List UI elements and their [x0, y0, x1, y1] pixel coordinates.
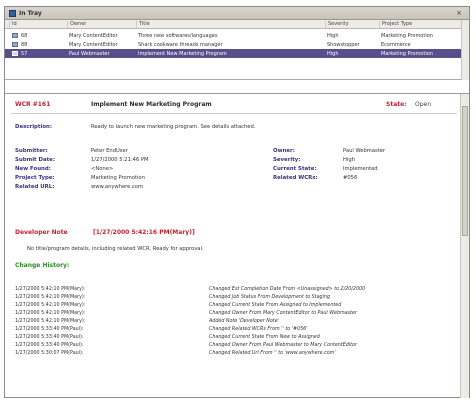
history-date: 1/27/2000 5:42:10 PM(Mary): — [15, 287, 86, 292]
owner-label: Owner: — [273, 148, 295, 154]
project-type-value: Marketing Promotion — [91, 175, 145, 181]
history-change: Changed Job Status From Development to S… — [209, 295, 331, 300]
list-row-selected[interactable]: 57 Paul Webmaster Implement New Marketin… — [5, 49, 469, 58]
row-project-type: Ecommerce — [381, 42, 411, 48]
submit-date-label: Submit Date: — [15, 157, 55, 163]
row-project-type: Marketing Promotion — [381, 51, 433, 57]
history-change: Changed Owner From Mary ContentEditor to… — [209, 311, 357, 316]
window-title: In Tray — [19, 10, 42, 17]
state-label: State: — [386, 101, 407, 108]
history-date: 1/27/2000 5:42:10 PM(Mary): — [15, 295, 86, 300]
related-wcrs-label: Related WCRs: — [273, 175, 318, 181]
row-title: Shark cookware threads manager — [138, 42, 223, 48]
row-severity: High — [327, 33, 339, 39]
description-value: Ready to launch new marketing program. S… — [91, 124, 256, 130]
record-icon — [12, 51, 18, 56]
history-entry: 1/27/2000 5:33:40 PM(Paul): Changed Owner… — [15, 343, 455, 351]
row-owner: Paul Webmaster — [69, 51, 110, 57]
row-id: 57 — [21, 51, 28, 57]
row-project-type: Marketing Promotion — [381, 33, 433, 39]
history-entry: 1/27/2000 5:30:07 PM(Paul): Changed Relat… — [15, 351, 455, 359]
description-label: Description: — [15, 124, 53, 130]
row-title: Three new softwares/languages — [138, 33, 218, 39]
history-date: 1/27/2000 5:42:10 PM(Mary): — [15, 303, 86, 308]
row-owner: Mary ContentEditor — [69, 33, 118, 39]
row-title: Implement New Marketing Program — [138, 51, 227, 57]
row-owner: Mary ContentEditor — [69, 42, 118, 48]
list-row[interactable]: 68 Mary ContentEditor Three new software… — [5, 31, 469, 40]
row-severity: High — [327, 51, 339, 57]
change-history-label: Change History: — [15, 262, 70, 269]
row-id: 88 — [21, 42, 28, 48]
history-date: 1/27/2000 5:30:07 PM(Paul): — [15, 351, 84, 356]
history-entry: 1/27/2000 5:42:10 PM(Mary): Added Note 'D… — [15, 319, 455, 327]
history-change: Added Note 'Developer Note' — [209, 319, 279, 324]
state-value: Open — [415, 101, 432, 108]
developer-note-body: No title/program details, including rela… — [27, 246, 204, 252]
related-url-label: Related URL: — [15, 184, 55, 190]
tray-icon — [9, 10, 16, 17]
history-date: 1/27/2000 5:42:10 PM(Mary): — [15, 319, 86, 324]
column-header-owner[interactable]: Owner — [67, 21, 137, 28]
list-header: Id Owner Title Severity Project Type — [5, 20, 469, 29]
in-tray-window: In Tray × Id Owner Title Severity Projec… — [4, 6, 470, 398]
detail-scrollbar[interactable] — [460, 94, 469, 398]
row-severity: Showstopper — [327, 42, 360, 48]
owner-value: Paul Webmaster — [343, 148, 386, 154]
column-header-id[interactable]: Id — [9, 21, 67, 28]
record-icon — [12, 42, 18, 47]
history-change: Changed Related Url From '' to 'www.anyw… — [209, 351, 336, 356]
wcr-number: WCR #161 — [15, 101, 51, 108]
column-header-project-type[interactable]: Project Type — [379, 21, 461, 28]
history-entry: 1/27/2000 5:33:40 PM(Paul): Changed Relat… — [15, 327, 455, 335]
history-entry: 1/27/2000 5:42:10 PM(Mary): Changed Curre… — [15, 303, 455, 311]
related-url-link[interactable]: www.anywhere.com — [91, 184, 143, 190]
divider — [11, 113, 457, 114]
history-entry: 1/27/2000 5:33:40 PM(Paul): Changed Curre… — [15, 335, 455, 343]
submitter-label: Submitter: — [15, 148, 48, 154]
history-date: 1/27/2000 5:33:40 PM(Paul): — [15, 327, 84, 332]
history-change: Changed Current State From New to Assign… — [209, 335, 320, 340]
history-entry: 1/27/2000 5:42:10 PM(Mary): Changed Job S… — [15, 295, 455, 303]
column-header-title[interactable]: Title — [136, 21, 326, 28]
submit-date-value: 1/27/2000 5:21:46 PM — [91, 157, 149, 163]
scrollbar-thumb[interactable] — [462, 106, 468, 236]
new-found-label: New Found: — [15, 166, 51, 172]
history-date: 1/27/2000 5:33:40 PM(Paul): — [15, 343, 84, 348]
history-change: Changed Current State From Assigned to I… — [209, 303, 342, 308]
related-wcrs-value[interactable]: #056 — [343, 175, 357, 181]
current-state-label: Current State: — [273, 166, 317, 172]
history-date: 1/27/2000 5:33:40 PM(Paul): — [15, 335, 84, 340]
history-change: Changed Related WCRs From '' to '#056' — [209, 327, 308, 332]
column-header-severity[interactable]: Severity — [325, 21, 380, 28]
record-icon — [12, 33, 18, 38]
list-row[interactable]: 88 Mary ContentEditor Shark cookware thr… — [5, 40, 469, 49]
list-scrollbar[interactable] — [461, 20, 469, 80]
severity-value: High — [343, 157, 355, 163]
new-found-value: <None> — [91, 166, 114, 172]
developer-note-label: Developer Note — [15, 229, 68, 236]
severity-label: Severity: — [273, 157, 301, 163]
history-change: Changed Owner From Paul Webmaster to Mar… — [209, 343, 357, 348]
wcr-list: Id Owner Title Severity Project Type 68 … — [5, 20, 469, 80]
wcr-detail-pane: WCR #161 Implement New Marketing Program… — [5, 93, 469, 398]
history-entry: 1/27/2000 5:42:10 PM(Mary): Changed Owner… — [15, 311, 455, 319]
history-change: Changed Est Completion Date From <Unassi… — [209, 287, 366, 292]
current-state-value: Implemented — [343, 166, 378, 172]
title-bar: In Tray × — [5, 7, 469, 20]
history-date: 1/27/2000 5:42:10 PM(Mary): — [15, 311, 86, 316]
submitter-value: Peter EndUser — [91, 148, 128, 154]
developer-note-date: [1/27/2000 5:42:16 PM(Mary)] — [93, 229, 195, 236]
wcr-title: Implement New Marketing Program — [91, 101, 212, 108]
project-type-label: Project Type: — [15, 175, 55, 181]
close-icon[interactable]: × — [455, 9, 463, 17]
history-entry: 1/27/2000 5:42:10 PM(Mary): Changed Est C… — [15, 287, 455, 295]
row-id: 68 — [21, 33, 28, 39]
